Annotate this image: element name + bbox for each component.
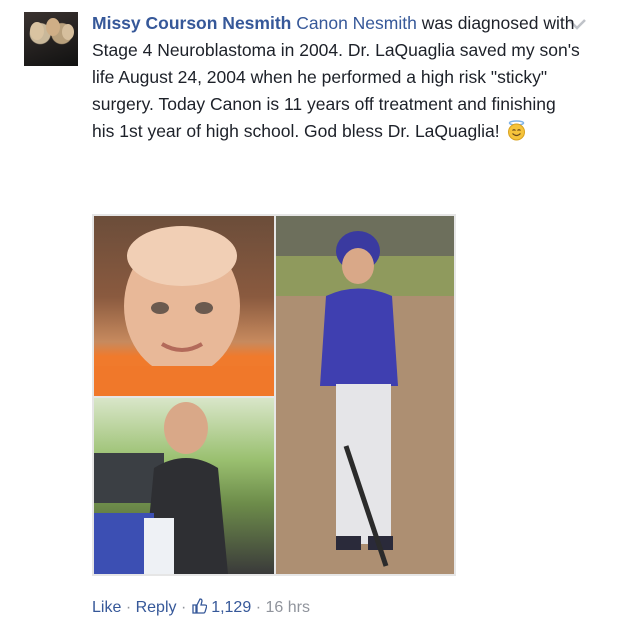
smiling-face-with-halo-icon bbox=[508, 120, 526, 141]
separator: · bbox=[125, 599, 132, 616]
thumbs-up-icon[interactable] bbox=[191, 598, 207, 614]
reply-link[interactable]: Reply bbox=[136, 599, 177, 616]
photo-collage[interactable] bbox=[92, 214, 456, 576]
separator: · bbox=[255, 599, 262, 616]
timestamp[interactable]: 16 hrs bbox=[265, 599, 309, 616]
tagged-user-link[interactable]: Canon Nesmith bbox=[296, 13, 417, 33]
separator: · bbox=[180, 599, 187, 616]
photo-child[interactable] bbox=[94, 216, 274, 396]
like-count[interactable]: 1,129 bbox=[211, 599, 251, 616]
comment-actions: Like · Reply · 1,129 · 16 hrs bbox=[92, 598, 310, 617]
photo-teen[interactable] bbox=[94, 398, 274, 574]
author-avatar[interactable] bbox=[24, 12, 78, 66]
photo-baseball-player[interactable] bbox=[276, 216, 454, 574]
comment-body: Missy Courson Nesmith Canon Nesmith was … bbox=[92, 10, 582, 145]
comment-author-link[interactable]: Missy Courson Nesmith bbox=[92, 13, 291, 33]
like-link[interactable]: Like bbox=[92, 599, 121, 616]
